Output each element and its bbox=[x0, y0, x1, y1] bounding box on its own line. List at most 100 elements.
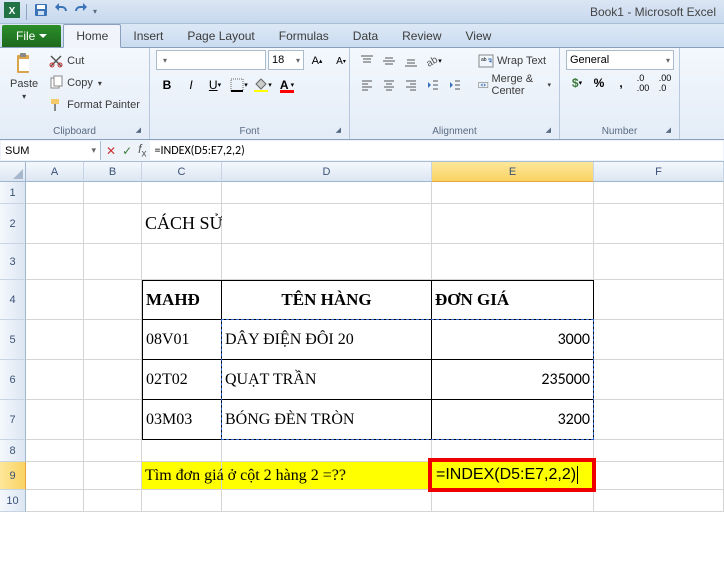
cell-A9[interactable] bbox=[26, 462, 84, 490]
tab-home[interactable]: Home bbox=[63, 24, 121, 48]
cell-A8[interactable] bbox=[26, 440, 84, 462]
cell-C7[interactable]: 03M03 bbox=[142, 400, 222, 440]
wrap-text-button[interactable]: abWrap Text bbox=[476, 50, 553, 72]
align-right-icon[interactable] bbox=[400, 74, 422, 96]
select-all-button[interactable] bbox=[0, 162, 26, 182]
cell-E2[interactable] bbox=[432, 204, 594, 244]
enter-formula-icon[interactable]: ✓ bbox=[122, 144, 132, 158]
col-header-C[interactable]: C bbox=[142, 162, 222, 182]
cell-E5[interactable]: 3000 bbox=[432, 320, 594, 360]
cell-C3[interactable] bbox=[142, 244, 222, 280]
cell-E10[interactable] bbox=[432, 490, 594, 512]
font-size-select[interactable]: 18 bbox=[268, 50, 304, 70]
tab-review[interactable]: Review bbox=[390, 25, 453, 47]
cell-F9[interactable] bbox=[594, 462, 724, 490]
italic-button[interactable]: I bbox=[180, 74, 202, 96]
cell-D2[interactable] bbox=[222, 204, 432, 244]
row-header-9[interactable]: 9 bbox=[0, 462, 26, 490]
border-button[interactable]: ▾ bbox=[228, 74, 250, 96]
cell-D5[interactable]: DÂY ĐIỆN ĐÔI 20 bbox=[222, 320, 432, 360]
cell-B1[interactable] bbox=[84, 182, 142, 204]
merge-center-button[interactable]: Merge & Center▾ bbox=[476, 74, 553, 96]
col-header-B[interactable]: B bbox=[84, 162, 142, 182]
row-header-2[interactable]: 2 bbox=[0, 204, 26, 244]
tab-view[interactable]: View bbox=[454, 25, 504, 47]
row-header-4[interactable]: 4 bbox=[0, 280, 26, 320]
comma-format-icon[interactable]: , bbox=[610, 72, 632, 94]
cut-button[interactable]: Cut bbox=[46, 50, 142, 72]
active-cell-editor[interactable]: =INDEX(D5:E7,2,2) bbox=[428, 458, 596, 492]
align-bottom-icon[interactable] bbox=[400, 50, 422, 72]
col-header-F[interactable]: F bbox=[594, 162, 724, 182]
cell-F5[interactable] bbox=[594, 320, 724, 360]
align-left-icon[interactable] bbox=[356, 74, 378, 96]
cell-B6[interactable] bbox=[84, 360, 142, 400]
cell-D8[interactable] bbox=[222, 440, 432, 462]
row-header-3[interactable]: 3 bbox=[0, 244, 26, 280]
font-family-select[interactable] bbox=[156, 50, 266, 70]
increase-font-icon[interactable]: A▴ bbox=[306, 50, 328, 72]
cell-B3[interactable] bbox=[84, 244, 142, 280]
cell-C8[interactable] bbox=[142, 440, 222, 462]
decrease-indent-icon[interactable] bbox=[422, 74, 444, 96]
orientation-icon[interactable]: ab▾ bbox=[422, 50, 444, 72]
cell-E1[interactable] bbox=[432, 182, 594, 204]
cell-F6[interactable] bbox=[594, 360, 724, 400]
format-painter-button[interactable]: Format Painter bbox=[46, 94, 142, 116]
cell-D4[interactable]: TÊN HÀNG bbox=[222, 280, 432, 320]
cell-B2[interactable] bbox=[84, 204, 142, 244]
tab-file[interactable]: File bbox=[2, 25, 61, 47]
col-header-E[interactable]: E bbox=[432, 162, 594, 182]
cell-B10[interactable] bbox=[84, 490, 142, 512]
name-box[interactable]: SUM bbox=[1, 141, 101, 160]
cell-C6[interactable]: 02T02 bbox=[142, 360, 222, 400]
copy-button[interactable]: Copy▾ bbox=[46, 72, 142, 94]
cell-A6[interactable] bbox=[26, 360, 84, 400]
percent-format-icon[interactable]: % bbox=[588, 72, 610, 94]
cell-F2[interactable] bbox=[594, 204, 724, 244]
row-header-7[interactable]: 7 bbox=[0, 400, 26, 440]
col-header-D[interactable]: D bbox=[222, 162, 432, 182]
redo-icon[interactable] bbox=[73, 2, 89, 21]
underline-button[interactable]: U▾ bbox=[204, 74, 226, 96]
cell-F1[interactable] bbox=[594, 182, 724, 204]
tab-insert[interactable]: Insert bbox=[121, 25, 175, 47]
increase-indent-icon[interactable] bbox=[444, 74, 466, 96]
cell-B7[interactable] bbox=[84, 400, 142, 440]
tab-data[interactable]: Data bbox=[341, 25, 390, 47]
cell-A10[interactable] bbox=[26, 490, 84, 512]
cell-B8[interactable] bbox=[84, 440, 142, 462]
font-color-button[interactable]: A▾ bbox=[276, 74, 298, 96]
undo-icon[interactable] bbox=[53, 2, 69, 21]
paste-button[interactable]: Paste ▾ bbox=[6, 50, 42, 103]
tab-formulas[interactable]: Formulas bbox=[267, 25, 341, 47]
cell-F4[interactable] bbox=[594, 280, 724, 320]
row-header-1[interactable]: 1 bbox=[0, 182, 26, 204]
fill-color-button[interactable]: ▾ bbox=[252, 74, 274, 96]
fx-icon[interactable]: fx bbox=[138, 142, 146, 159]
cell-A7[interactable] bbox=[26, 400, 84, 440]
cell-D3[interactable] bbox=[222, 244, 432, 280]
bold-button[interactable]: B bbox=[156, 74, 178, 96]
cell-E6[interactable]: 235000 bbox=[432, 360, 594, 400]
row-header-10[interactable]: 10 bbox=[0, 490, 26, 512]
cell-F8[interactable] bbox=[594, 440, 724, 462]
save-icon[interactable] bbox=[33, 2, 49, 21]
cell-E4[interactable]: ĐƠN GIÁ bbox=[432, 280, 594, 320]
row-header-6[interactable]: 6 bbox=[0, 360, 26, 400]
row-header-5[interactable]: 5 bbox=[0, 320, 26, 360]
cancel-formula-icon[interactable]: ✕ bbox=[106, 144, 116, 158]
cell-C4[interactable]: MAHĐ bbox=[142, 280, 222, 320]
cell-C10[interactable] bbox=[142, 490, 222, 512]
cell-C5[interactable]: 08V01 bbox=[142, 320, 222, 360]
cell-F7[interactable] bbox=[594, 400, 724, 440]
spreadsheet-grid[interactable]: A B C D E F 12CÁCH SỬ DỤNG HÀM INDEX34MA… bbox=[0, 162, 724, 512]
cell-C9[interactable]: Tìm đơn giá ở cột 2 hàng 2 =?? bbox=[142, 462, 222, 490]
accounting-format-icon[interactable]: $▾ bbox=[566, 72, 588, 94]
cell-A3[interactable] bbox=[26, 244, 84, 280]
cell-B9[interactable] bbox=[84, 462, 142, 490]
formula-input[interactable] bbox=[150, 141, 723, 160]
cell-A5[interactable] bbox=[26, 320, 84, 360]
number-format-select[interactable]: General bbox=[566, 50, 674, 70]
decrease-font-icon[interactable]: A▾ bbox=[330, 50, 352, 72]
